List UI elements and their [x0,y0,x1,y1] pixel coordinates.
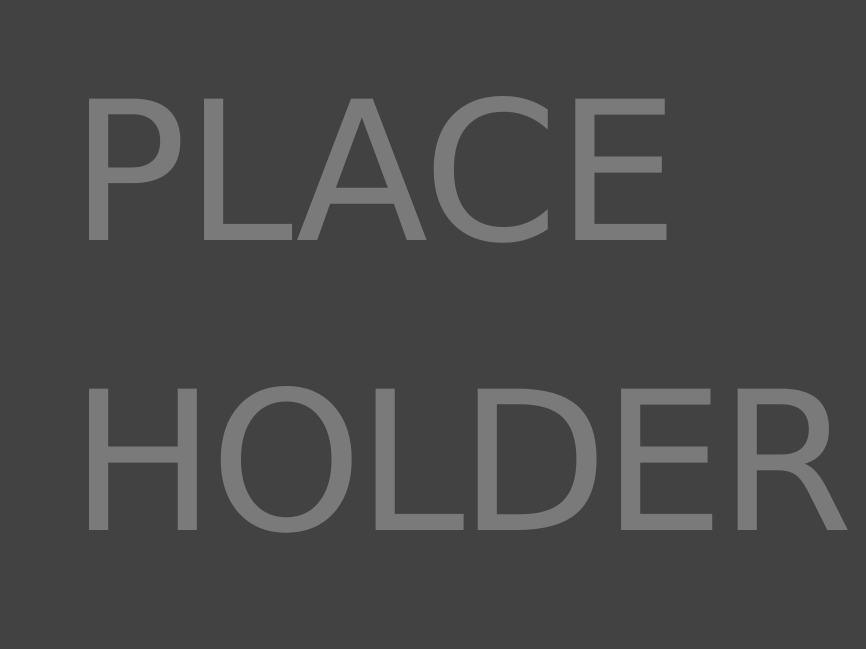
placeholder-image: PLACE HOLDER [0,0,866,649]
placeholder-text-line-2: HOLDER [70,350,853,576]
placeholder-text-line-1: PLACE [70,60,679,286]
